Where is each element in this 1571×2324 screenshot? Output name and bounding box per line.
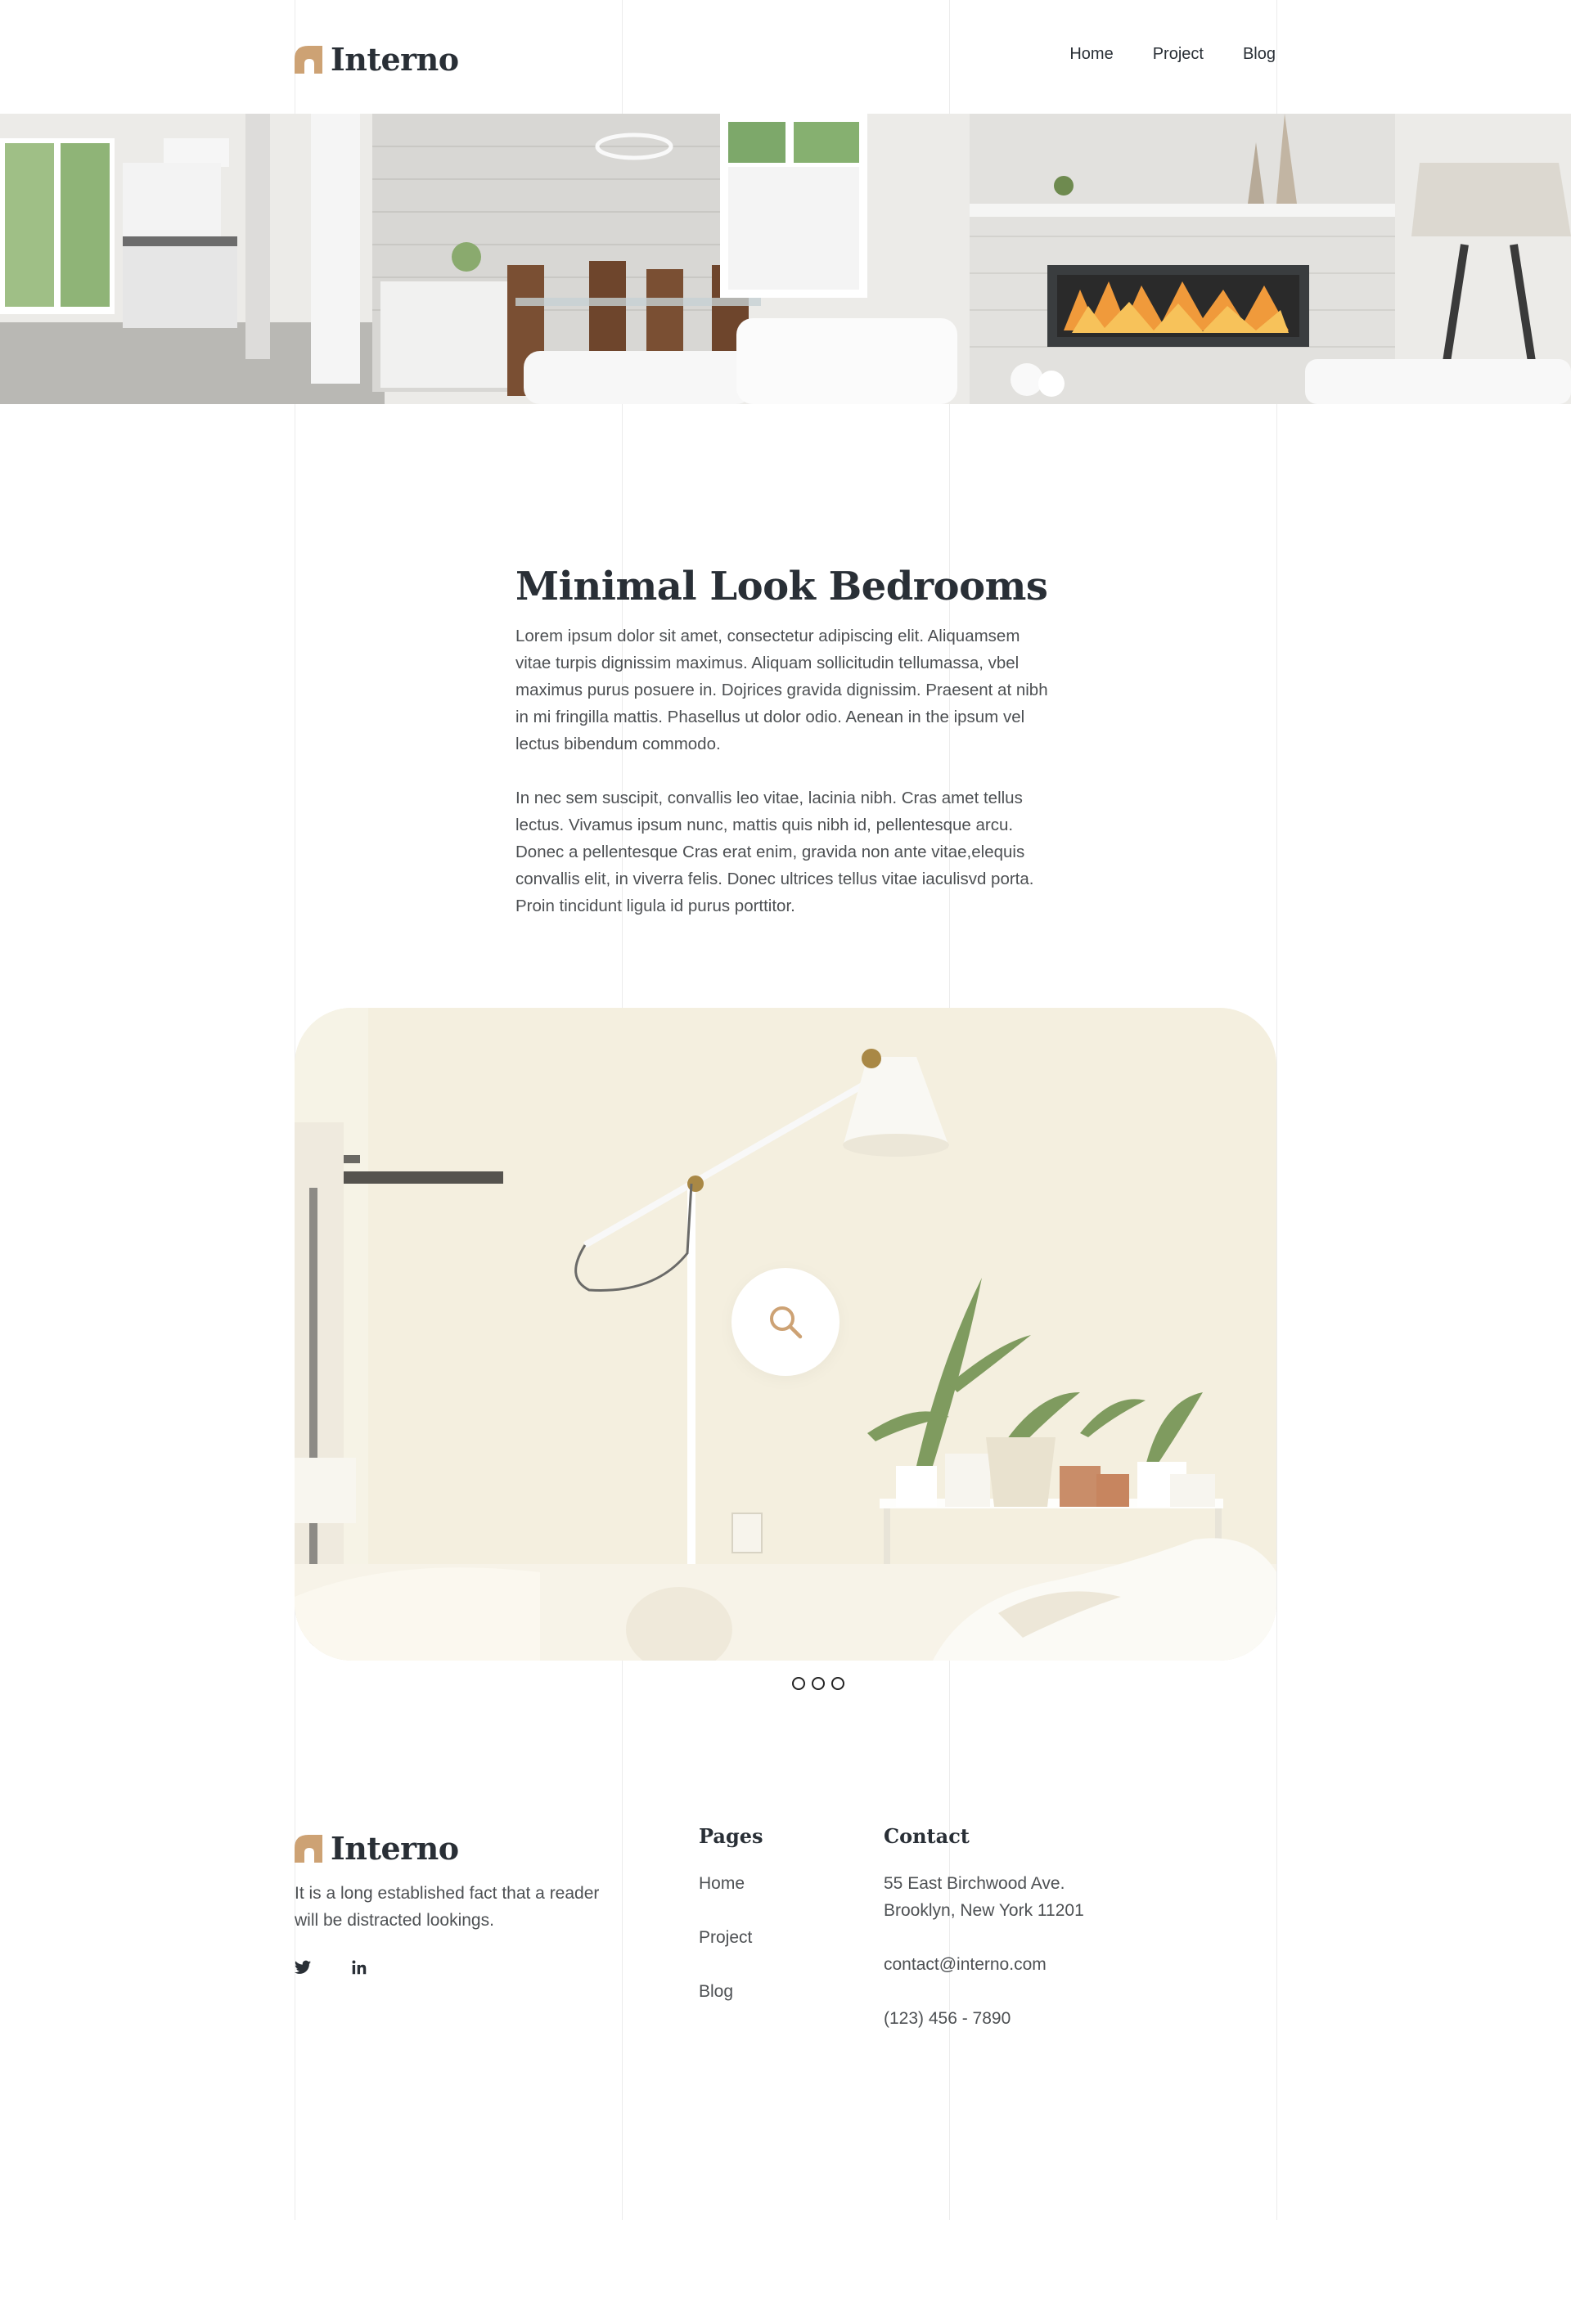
footer-link-blog[interactable]: Blog <box>699 1982 733 2001</box>
zoom-search-button[interactable] <box>731 1268 840 1376</box>
contact-list: 55 East Birchwood Ave. Brooklyn, New Yor… <box>884 1870 1084 2032</box>
nav-home[interactable]: Home <box>1069 45 1113 64</box>
footer-brand-name: Interno <box>331 1830 459 1867</box>
contact-email-link[interactable]: contact@interno.com <box>884 1955 1047 1974</box>
footer-description: It is a long established fact that a rea… <box>295 1884 600 1930</box>
footer-link-home[interactable]: Home <box>699 1874 745 1893</box>
carousel-dot-1[interactable] <box>792 1677 805 1690</box>
showcase-image <box>295 1008 1276 1661</box>
footer-logo[interactable]: Interno <box>295 1830 459 1867</box>
article-title: Minimal Look Bedrooms <box>515 564 1048 609</box>
contact-heading: Contact <box>884 1824 970 1848</box>
header-logo[interactable]: Interno <box>295 41 459 78</box>
search-icon <box>770 1306 803 1339</box>
hero-banner-image <box>0 114 1571 404</box>
pages-list: Home Project Blog <box>699 1870 752 2005</box>
footer-link-project[interactable]: Project <box>699 1928 752 1947</box>
carousel-dots <box>792 1677 844 1690</box>
article-paragraph: In nec sem suscipit, convallis leo vitae… <box>515 789 1034 916</box>
carousel-dot-2[interactable] <box>812 1677 825 1690</box>
twitter-icon[interactable] <box>295 1960 311 1975</box>
nav-project[interactable]: Project <box>1153 45 1204 64</box>
contact-address-line1: 55 East Birchwood Ave. <box>884 1874 1065 1893</box>
social-links <box>295 1960 367 1975</box>
nav-blog[interactable]: Blog <box>1243 45 1276 64</box>
article-paragraph: Lorem ipsum dolor sit amet, consectetur … <box>515 627 1048 754</box>
linkedin-icon[interactable] <box>352 1960 367 1975</box>
logo-mark-icon <box>295 45 322 74</box>
brand-name: Interno <box>331 41 459 78</box>
main-nav: Home Project Blog <box>1069 45 1276 64</box>
article-section: Minimal Look Bedrooms Lorem ipsum dolor … <box>515 564 1056 946</box>
carousel-dot-3[interactable] <box>831 1677 844 1690</box>
logo-mark-icon <box>295 1834 322 1863</box>
pages-heading: Pages <box>699 1824 763 1848</box>
interior-illustration <box>0 114 1571 404</box>
contact-address-line2: Brooklyn, New York 11201 <box>884 1901 1084 1920</box>
contact-phone[interactable]: (123) 456 - 7890 <box>884 2005 1084 2032</box>
